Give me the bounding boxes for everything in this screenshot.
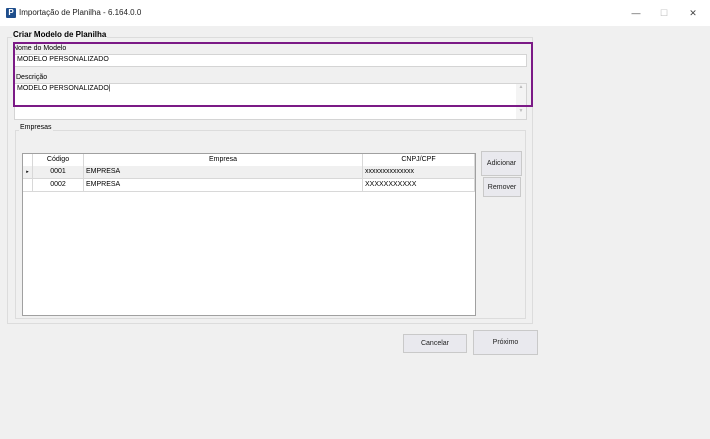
table-row[interactable]: ▸ 0001 EMPRESA xxxxxxxxxxxxxx [23,166,475,179]
maximize-button[interactable]: ☐ [654,5,674,21]
table-row[interactable]: 0002 EMPRESA XXXXXXXXXXX [23,179,475,192]
scrollbar[interactable]: ▲ ▼ [516,84,526,119]
minimize-button[interactable]: — [626,5,646,21]
empresas-grid[interactable]: Código Empresa CNPJ/CPF ▸ 0001 EMPRESA x… [22,153,476,316]
cell-cnpj: xxxxxxxxxxxxxx [363,166,475,178]
row-indicator-icon: ▸ [23,166,33,178]
nome-label: Nome do Modelo [13,45,67,52]
app-icon: P [6,8,16,18]
descricao-label: Descrição [16,74,48,81]
cell-cnpj: XXXXXXXXXXX [363,179,475,191]
cell-empresa: EMPRESA [84,166,363,178]
adicionar-button[interactable]: Adicionar [481,151,522,176]
header-empresa[interactable]: Empresa [84,154,363,166]
cell-codigo: 0001 [33,166,84,178]
proximo-button[interactable]: Próximo [473,330,538,355]
header-cnpj[interactable]: CNPJ/CPF [363,154,475,166]
window-title: Importação de Planilha - 6.164.0.0 [19,8,142,17]
cancelar-button[interactable]: Cancelar [403,334,467,353]
group-title: Criar Modelo de Planilha [12,30,108,39]
cell-codigo: 0002 [33,179,84,191]
header-indicator [23,154,33,166]
remover-button[interactable]: Remover [483,177,521,197]
row-indicator [23,179,33,191]
nome-input[interactable]: MODELO PERSONALIZADO [14,54,527,67]
close-button[interactable]: ✕ [683,5,703,21]
descricao-textarea[interactable]: MODELO PERSONALIZADO| ▲ ▼ [14,83,527,120]
cell-empresa: EMPRESA [84,179,363,191]
header-codigo[interactable]: Código [33,154,84,166]
empresas-title: Empresas [19,124,53,131]
descricao-text: MODELO PERSONALIZADO [17,85,109,92]
